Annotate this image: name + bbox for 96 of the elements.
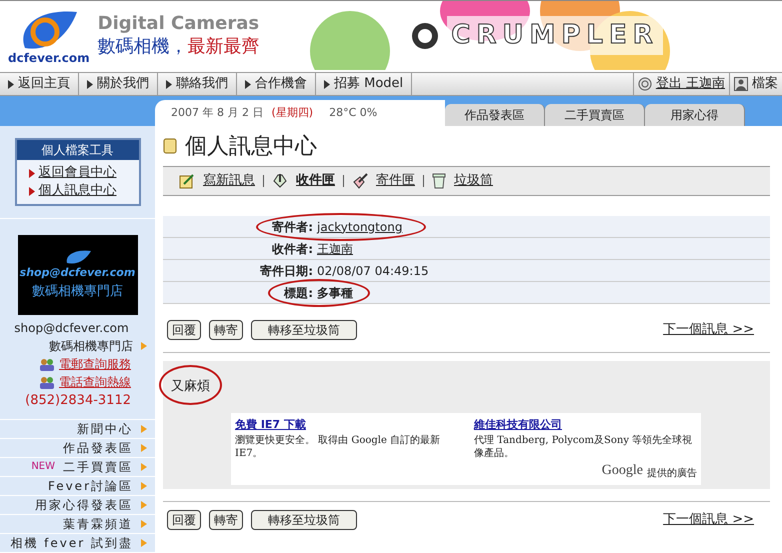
nav-link[interactable]: 合作機會: [237, 73, 316, 95]
tool-link[interactable]: 個人訊息中心: [28, 182, 138, 200]
tray-icon: [272, 173, 288, 189]
sidebar-menu-label: 相機 fever 試到盡: [10, 534, 133, 552]
site-tagline-highlight: 最新最齊: [188, 36, 260, 56]
weekday-text: (星期四): [271, 104, 314, 121]
pencil-note-icon: [179, 173, 195, 189]
triangle-icon: [324, 80, 330, 88]
field-value-link[interactable]: jackytongtong: [317, 218, 402, 236]
weather-text: 28°C 0%: [329, 104, 378, 121]
section-tab[interactable]: 作品發表區: [445, 104, 545, 126]
sidebar-menu-label: 二手買賣區: [63, 458, 133, 476]
service-link[interactable]: 電話查詢熱線: [39, 373, 131, 391]
badge-icon: [411, 22, 440, 50]
next-message-link[interactable]: 下一個訊息 >>: [663, 320, 754, 340]
section-tab[interactable]: 用家心得: [645, 104, 745, 126]
sidebar-menu-item[interactable]: 作品發表區: [0, 438, 155, 458]
sidebar-menu-label: Fever討論區: [48, 478, 133, 494]
ad-title-link[interactable]: 免費 IE7 下載: [235, 417, 306, 434]
site-logo-text: dcfever.com: [8, 52, 90, 64]
sidebar-menu-item[interactable]: 葉青霖頻道: [0, 514, 155, 534]
note-icon: [163, 138, 177, 154]
shop-email: shop@dcfever.com: [13, 320, 129, 337]
trash-icon: [432, 173, 446, 189]
field-value-link[interactable]: 王迦南: [317, 240, 353, 258]
people-icon: [39, 358, 55, 370]
next-message-link[interactable]: 下一個訊息 >>: [663, 510, 754, 530]
action-button[interactable]: 轉移至垃圾筒: [251, 510, 357, 530]
arrow-icon: [141, 444, 147, 452]
new-label: NEW: [31, 460, 55, 474]
tool-panel-title: 個人檔案工具: [16, 140, 138, 160]
triangle-icon: [87, 80, 93, 88]
profile-link[interactable]: 檔案: [729, 73, 782, 95]
logo-icon: [64, 249, 90, 265]
field-label: 標題:: [284, 284, 313, 302]
mailbox-link[interactable]: 收件匣: [272, 171, 335, 191]
phone-number: (852)2834-3112: [25, 392, 131, 410]
power-icon: [638, 77, 652, 91]
field-value: 02/08/07 04:49:15: [317, 262, 429, 280]
ad-text: 瀏覽更快更安全。 取得由 Google 自訂的最新 IE7。: [235, 434, 442, 460]
action-button[interactable]: 回覆: [167, 510, 201, 530]
action-button[interactable]: 轉寄: [209, 510, 243, 530]
sidebar-menu-label: 用家心得發表區: [35, 496, 133, 514]
action-button[interactable]: 轉移至垃圾筒: [251, 320, 357, 340]
field-value: 多事種: [317, 284, 353, 302]
field-label: 寄件日期:: [260, 262, 313, 280]
ads-brand: Google: [602, 462, 643, 480]
arrow-icon: [141, 538, 147, 546]
arrow-icon: [141, 520, 147, 528]
action-button[interactable]: 轉寄: [209, 320, 243, 340]
tray-icon: [352, 173, 368, 189]
ad-text: 代理 Tandberg, Polycom及Sony 等領先全球視像產品。: [474, 434, 694, 460]
arrow-icon: [141, 342, 147, 350]
triangle-icon: [245, 80, 251, 88]
shop-name: 數碼相機專門店: [49, 338, 133, 355]
shop-banner-subtitle: 數碼相機專門店: [32, 282, 123, 300]
field-label: 收件者:: [272, 240, 313, 258]
ads-caption: 提供的廣告: [647, 466, 697, 480]
sidebar-menu-item[interactable]: 用家心得發表區: [0, 496, 155, 514]
tool-link[interactable]: 返回會員中心: [28, 164, 138, 182]
site-heading: Digital Cameras: [98, 13, 260, 36]
triangle-icon: [8, 80, 14, 88]
banner-brand-text: CRUMPLER: [447, 16, 663, 55]
triangle-icon: [166, 80, 172, 88]
service-link[interactable]: 電郵查詢服務: [39, 355, 131, 373]
field-label: 寄件者:: [272, 218, 313, 236]
sidebar-menu-item[interactable]: NEW 二手買賣區: [0, 458, 155, 476]
arrow-icon: [141, 482, 147, 490]
people-icon: [39, 376, 55, 388]
mailbox-link[interactable]: 寫新訊息: [179, 171, 255, 191]
mailbox-link[interactable]: 寄件匣: [352, 171, 415, 191]
page-title: 個人訊息中心: [185, 132, 317, 160]
arrow-icon: [141, 424, 147, 432]
arrow-icon: [141, 500, 147, 508]
message-body: 又麻煩: [171, 379, 210, 394]
sidebar-menu-label: 新聞中心: [77, 420, 133, 438]
arrow-icon: [141, 462, 147, 470]
nav-link[interactable]: 聯絡我們: [158, 73, 237, 95]
mailbox-link[interactable]: 垃圾筒: [432, 171, 493, 191]
annotation-ellipse: [159, 365, 222, 405]
sidebar-menu-item[interactable]: 相機 fever 試到盡: [0, 534, 155, 552]
section-tab[interactable]: 二手買賣區: [545, 104, 645, 126]
date-text: 2007 年 8 月 2 日: [171, 104, 264, 121]
sidebar-menu-item[interactable]: Fever討論區: [0, 476, 155, 496]
sidebar-menu-label: 葉青霖頻道: [63, 516, 133, 532]
logout-link[interactable]: 登出 王迦南: [632, 73, 729, 95]
site-tagline: 數碼相機，: [98, 36, 188, 56]
sidebar-menu-item[interactable]: 新聞中心: [0, 420, 155, 438]
nav-link[interactable]: 招募 Model: [316, 73, 412, 95]
ad-title-link[interactable]: 維佳科技有限公司: [474, 417, 562, 434]
sidebar-menu-label: 作品發表區: [63, 440, 133, 456]
nav-link[interactable]: 返回主頁: [0, 73, 79, 95]
nav-link[interactable]: 關於我們: [79, 73, 158, 95]
shop-banner-title: shop@dcfever.com: [20, 265, 136, 281]
action-button[interactable]: 回覆: [167, 320, 201, 340]
user-icon: [734, 77, 748, 91]
